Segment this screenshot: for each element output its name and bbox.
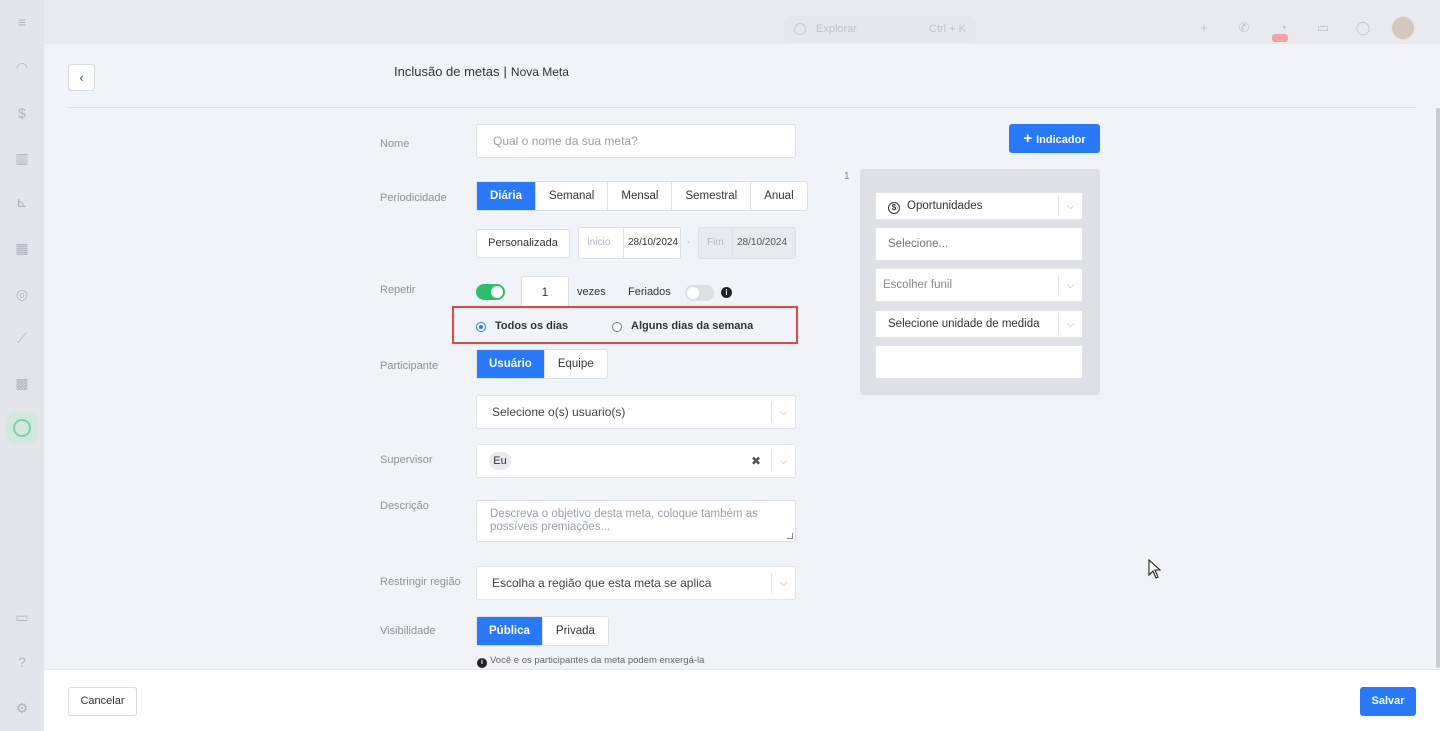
inbox-icon[interactable]: ▭ [1315, 20, 1331, 36]
periodicidade-semanal[interactable]: Semanal [536, 182, 609, 210]
chevron-down-icon: ⌵ [1058, 196, 1082, 216]
regiao-select[interactable]: Escolha a região que esta meta se aplica… [476, 566, 796, 600]
funnel-select[interactable]: Escolher funil ⌵ [875, 268, 1083, 302]
radio-alguns-dias[interactable] [612, 322, 622, 332]
descricao-textarea[interactable]: Descreva o objetivo desta meta, coloque … [476, 500, 796, 542]
search-shortcut: Ctrl + K [929, 23, 966, 35]
inicio-date-field[interactable]: Inicio 28/10/2024 [578, 227, 681, 259]
plus-icon[interactable]: + [1196, 20, 1212, 36]
phone-icon[interactable]: ✆ [1236, 20, 1252, 36]
building-icon[interactable]: ▥ [12, 148, 32, 168]
indicator-option-select[interactable]: Selecione... [875, 227, 1083, 261]
help-icon[interactable]: ? [12, 652, 32, 672]
visibilidade-selector: Pública Privada [476, 616, 609, 646]
periodicidade-diaria[interactable]: Diária [477, 182, 536, 210]
scrollbar[interactable] [1436, 108, 1440, 668]
divider [68, 107, 1416, 108]
repetir-toggle[interactable] [476, 284, 505, 300]
goals-target-icon[interactable] [6, 412, 38, 444]
search-icon [794, 23, 806, 35]
info-icon: i [477, 658, 487, 668]
repetir-label: Repetir [380, 284, 416, 296]
periodicidade-label: Periodicidade [380, 192, 447, 204]
unit-select[interactable]: Selecione unidade de medida ⌵ [875, 310, 1083, 338]
widgets-icon[interactable]: ▩ [12, 373, 32, 393]
cancel-button[interactable]: Cancelar [68, 687, 137, 716]
nome-label: Nome [380, 138, 410, 150]
dollar-coin-icon: $ [888, 202, 900, 214]
periodicidade-anual[interactable]: Anual [751, 182, 806, 210]
chevron-down-icon: ⌵ [771, 451, 795, 471]
indicator-value-input[interactable] [875, 345, 1083, 379]
trend-icon[interactable]: ⟋ [12, 328, 32, 348]
participante-selector: Usuário Equipe [476, 349, 608, 379]
periodicidade-semestral[interactable]: Semestral [672, 182, 752, 210]
repetir-unit: vezes [577, 286, 606, 298]
participante-usuario[interactable]: Usuário [477, 350, 545, 378]
notification-badge [1272, 34, 1288, 42]
chevron-left-icon: ‹ [79, 70, 84, 85]
chevron-down-icon: ⌵ [1058, 314, 1082, 334]
check-icon[interactable]: ◎ [12, 284, 32, 304]
regiao-label: Restringir região [380, 576, 461, 588]
supervisor-label: Supervisor [380, 454, 433, 466]
chevron-down-icon: ⌵ [771, 573, 795, 593]
sidebar: ≡ ◠ $ ▥ ⊾ ▦ ◎ ⟋ ▩ ▭ ? ⚙ [0, 0, 44, 731]
page-title: Inclusão de metas | Nova Meta [394, 64, 569, 79]
save-button[interactable]: Salvar [1360, 687, 1416, 716]
feriados-toggle[interactable] [685, 285, 714, 301]
chart-icon[interactable]: ⊾ [12, 192, 32, 212]
calendar-icon[interactable]: ▦ [12, 238, 32, 258]
chat-icon[interactable]: ▭ [12, 607, 32, 627]
chevron-down-icon: ⌵ [1058, 275, 1082, 295]
radio-todos-os-dias-label[interactable]: Todos os dias [495, 320, 568, 332]
plus-icon: + [1023, 130, 1033, 147]
info-icon[interactable]: i [721, 287, 732, 298]
indicator-number: 1 [844, 171, 850, 182]
back-button[interactable]: ‹ [68, 64, 95, 91]
avatar[interactable] [1390, 15, 1416, 41]
periodicidade-selector: Diária Semanal Mensal Semestral Anual [476, 181, 808, 211]
page-subtitle: Nova Meta [510, 65, 569, 79]
check-circle-icon[interactable]: ◯ [1355, 20, 1371, 36]
descricao-label: Descrição [380, 500, 429, 512]
clear-icon[interactable]: ✖ [751, 445, 761, 477]
personalizada-button[interactable]: Personalizada [476, 229, 570, 258]
usuarios-select[interactable]: Selecione o(s) usuario(s) ⌵ [476, 395, 796, 429]
visibilidade-publica[interactable]: Pública [477, 617, 543, 645]
resize-handle[interactable] [787, 533, 793, 539]
mouse-cursor-icon [1148, 559, 1162, 579]
supervisor-chip[interactable]: Eu [489, 452, 511, 470]
visibilidade-label: Visibilidade [380, 625, 436, 637]
footer: Cancelar Salvar [44, 669, 1440, 731]
fim-date-field: Fim 28/10/2024 [698, 227, 796, 259]
chevron-down-icon: ⌵ [771, 402, 795, 422]
gear-icon[interactable]: ⚙ [12, 698, 32, 718]
periodicidade-mensal[interactable]: Mensal [608, 182, 673, 210]
search-input[interactable]: Explorar Ctrl + K [784, 16, 976, 42]
participante-equipe[interactable]: Equipe [545, 350, 607, 378]
goal-modal: ‹ Inclusão de metas | Nova Meta Nome Qual … [44, 44, 1440, 731]
menu-icon[interactable]: ≡ [12, 12, 32, 32]
participante-label: Participante [380, 360, 439, 372]
add-indicator-button[interactable]: + Indicador [1009, 124, 1100, 153]
visibilidade-hint: i Você e os participantes da meta podem e… [477, 655, 704, 668]
radio-alguns-dias-label[interactable]: Alguns dias da semana [631, 320, 753, 332]
indicator-type-select[interactable]: $ Oportunidades ⌵ [875, 192, 1083, 220]
feriados-label: Feriados [628, 286, 671, 298]
supervisor-select[interactable]: Eu ✖ ⌵ [476, 444, 796, 478]
topbar: Explorar Ctrl + K + ✆ ◔ ▭ ◯ [44, 0, 1440, 44]
nome-input[interactable]: Qual o nome da sua meta? [476, 124, 796, 158]
repetir-count-input[interactable]: 1 [521, 276, 569, 309]
dashboard-icon[interactable]: ◠ [12, 57, 32, 77]
dollar-icon[interactable]: $ [12, 103, 32, 123]
radio-todos-os-dias[interactable] [476, 322, 486, 332]
visibilidade-privada[interactable]: Privada [543, 617, 608, 645]
indicator-panel: $ Oportunidades ⌵ Selecione... Escolher f… [860, 169, 1100, 395]
